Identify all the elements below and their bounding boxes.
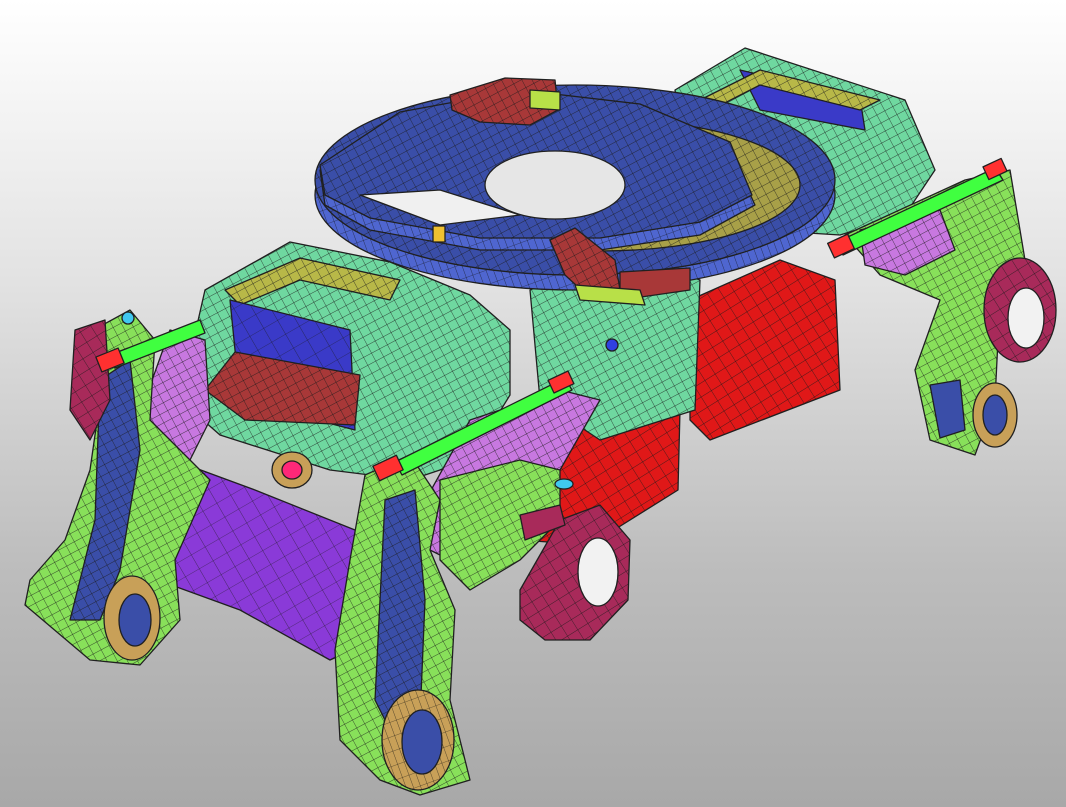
pin-icon bbox=[554, 478, 574, 490]
right-hub-knuckle[interactable] bbox=[983, 257, 1057, 363]
yellow-marker bbox=[432, 225, 446, 243]
front-center-bearing[interactable] bbox=[271, 451, 313, 489]
front-hub-knuckle[interactable] bbox=[519, 504, 631, 641]
plate-center-hole bbox=[484, 150, 626, 220]
pin-icon bbox=[605, 338, 619, 352]
central-red-block[interactable] bbox=[689, 259, 841, 441]
fea-viewport[interactable] bbox=[0, 0, 1066, 807]
front-bushing[interactable] bbox=[381, 689, 455, 791]
left-bushing[interactable] bbox=[103, 575, 161, 661]
pin-icon bbox=[121, 311, 135, 325]
mesh-scene bbox=[24, 47, 1057, 796]
right-bushing[interactable] bbox=[972, 382, 1018, 448]
